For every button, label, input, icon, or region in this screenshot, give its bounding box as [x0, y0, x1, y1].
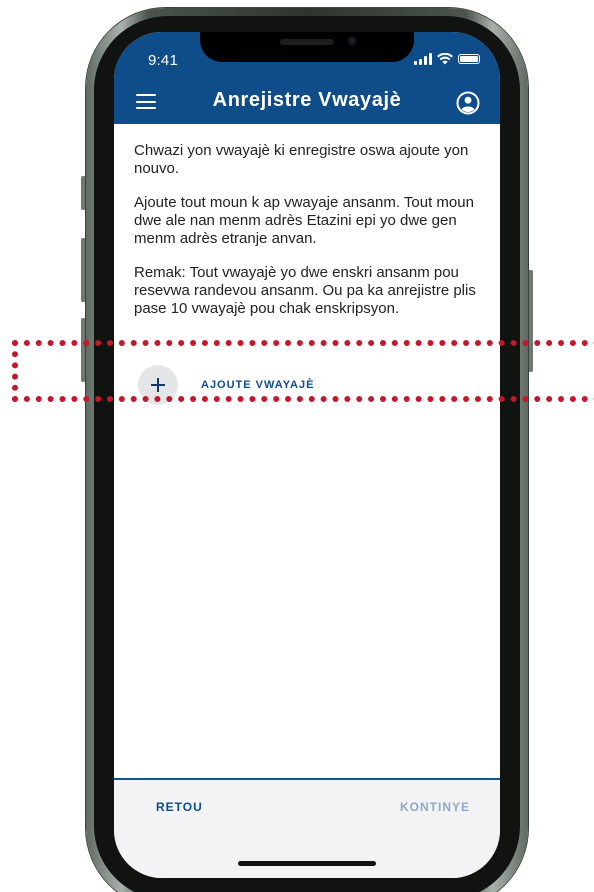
- user-profile-icon[interactable]: [456, 91, 480, 115]
- hamburger-menu-icon[interactable]: [136, 94, 156, 110]
- footer-bar: RETOU KONTINYE: [114, 778, 500, 878]
- instruction-paragraph-note: Remak: Tout vwayajè yo dwe enskri ansanm…: [134, 264, 476, 317]
- highlight-box: [12, 340, 594, 402]
- cellular-signal-icon: [414, 53, 432, 65]
- phone-notch: [200, 32, 414, 62]
- battery-icon: [458, 54, 480, 64]
- status-icons: [414, 52, 480, 66]
- status-time: 9:41: [148, 52, 178, 69]
- home-indicator[interactable]: [238, 861, 376, 866]
- phone-screen: 9:41 Anrejistre Vwayajè Chwazi yon vwaya…: [114, 32, 500, 878]
- front-camera: [347, 36, 357, 46]
- continue-button[interactable]: KONTINYE: [400, 800, 470, 814]
- stage: 9:41 Anrejistre Vwayajè Chwazi yon vwaya…: [0, 0, 594, 892]
- instruction-paragraph-add-all: Ajoute tout moun k ap vwayaje ansanm. To…: [134, 194, 474, 247]
- instructions: Chwazi yon vwayajè ki enregistre oswa aj…: [134, 142, 484, 334]
- wifi-icon: [437, 53, 453, 65]
- app-header: 9:41 Anrejistre Vwayajè: [114, 32, 500, 124]
- page-title: Anrejistre Vwayajè: [212, 89, 402, 111]
- back-button[interactable]: RETOU: [156, 800, 203, 814]
- instruction-paragraph-choose: Chwazi yon vwayajè ki enregistre oswa aj…: [134, 142, 469, 177]
- speaker-grille: [280, 39, 334, 45]
